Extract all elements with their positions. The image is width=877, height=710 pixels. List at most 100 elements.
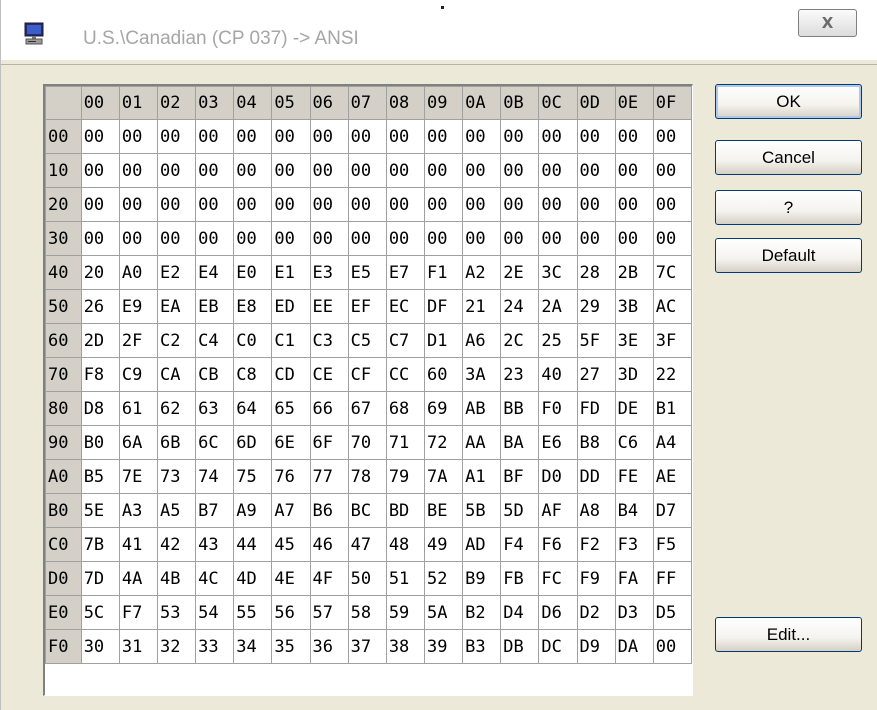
hex-cell[interactable]: 00	[347, 153, 387, 188]
hex-cell[interactable]: 78	[347, 459, 387, 494]
hex-cell[interactable]: 44	[233, 527, 273, 562]
hex-cell[interactable]: 00	[652, 119, 693, 154]
hex-cell[interactable]: 68	[385, 391, 425, 426]
hex-cell[interactable]: 63	[195, 391, 235, 426]
hex-cell[interactable]: C6	[614, 425, 654, 460]
hex-cell[interactable]: 37	[347, 629, 387, 664]
hex-cell[interactable]: 6C	[195, 425, 235, 460]
hex-cell[interactable]: EC	[385, 289, 425, 324]
hex-cell[interactable]: 00	[576, 187, 616, 222]
hex-cell[interactable]: 00	[233, 221, 273, 256]
hex-cell[interactable]: 00	[423, 153, 464, 188]
hex-cell[interactable]: FF	[652, 561, 693, 596]
hex-cell[interactable]: 5A	[423, 595, 464, 630]
hex-cell[interactable]: 00	[195, 153, 235, 188]
hex-cell[interactable]: B8	[576, 425, 616, 460]
hex-cell[interactable]: C3	[309, 323, 349, 358]
hex-cell[interactable]: 00	[652, 221, 693, 256]
hex-cell[interactable]: 48	[385, 527, 425, 562]
hex-cell[interactable]: AA	[462, 425, 502, 460]
hex-cell[interactable]: A3	[118, 493, 158, 528]
hex-cell[interactable]: F7	[118, 595, 158, 630]
hex-cell[interactable]: 40	[538, 357, 578, 392]
hex-cell[interactable]: E6	[538, 425, 578, 460]
hex-cell[interactable]: 41	[118, 527, 158, 562]
hex-cell[interactable]: AE	[652, 459, 693, 494]
hex-cell[interactable]: A8	[576, 493, 616, 528]
hex-cell[interactable]: BC	[347, 493, 387, 528]
hex-cell[interactable]: E4	[195, 255, 235, 290]
hex-cell[interactable]: B5	[80, 459, 120, 494]
hex-cell[interactable]: 00	[271, 153, 311, 188]
hex-cell[interactable]: 2A	[538, 289, 578, 324]
hex-cell[interactable]: E1	[271, 255, 311, 290]
code-page-grid[interactable]: 00 01 02 03 04 05 06 07 08 09 0A 0B 0C 0D 0E 0F 00 00 00 00…	[43, 84, 693, 696]
hex-cell[interactable]: 4C	[195, 561, 235, 596]
hex-cell[interactable]: C5	[347, 323, 387, 358]
hex-cell[interactable]: 5D	[500, 493, 540, 528]
hex-cell[interactable]: BB	[500, 391, 540, 426]
hex-cell[interactable]: BD	[385, 493, 425, 528]
hex-cell[interactable]: 2F	[118, 323, 158, 358]
hex-cell[interactable]: 00	[156, 119, 197, 154]
hex-cell[interactable]: 20	[80, 255, 120, 290]
hex-cell[interactable]: 3A	[462, 357, 502, 392]
hex-cell[interactable]: 00	[576, 153, 616, 188]
hex-cell[interactable]: D0	[538, 459, 578, 494]
hex-cell[interactable]: 66	[309, 391, 349, 426]
hex-cell[interactable]: 00	[652, 629, 693, 664]
hex-cell[interactable]: 27	[576, 357, 616, 392]
hex-cell[interactable]: 47	[347, 527, 387, 562]
hex-cell[interactable]: DF	[423, 289, 464, 324]
hex-cell[interactable]: C1	[271, 323, 311, 358]
hex-cell[interactable]: 00	[156, 221, 197, 256]
hex-cell[interactable]: 76	[271, 459, 311, 494]
hex-cell[interactable]: CE	[309, 357, 349, 392]
hex-cell[interactable]: 4E	[271, 561, 311, 596]
hex-cell[interactable]: DD	[576, 459, 616, 494]
hex-cell[interactable]: A5	[156, 493, 197, 528]
hex-cell[interactable]: 57	[309, 595, 349, 630]
hex-cell[interactable]: BA	[500, 425, 540, 460]
title-bar[interactable]: U.S.\Canadian (CP 037) -> ANSI X	[1, 0, 877, 60]
hex-cell[interactable]: 3C	[538, 255, 578, 290]
hex-cell[interactable]: 54	[195, 595, 235, 630]
hex-cell[interactable]: C8	[233, 357, 273, 392]
hex-cell[interactable]: 74	[195, 459, 235, 494]
hex-cell[interactable]: FB	[500, 561, 540, 596]
hex-cell[interactable]: DA	[614, 629, 654, 664]
hex-cell[interactable]: E0	[233, 255, 273, 290]
hex-cell[interactable]: B9	[462, 561, 502, 596]
hex-cell[interactable]: 32	[156, 629, 197, 664]
hex-cell[interactable]: 62	[156, 391, 197, 426]
hex-cell[interactable]: 00	[423, 187, 464, 222]
hex-cell[interactable]: 31	[118, 629, 158, 664]
hex-cell[interactable]: D9	[576, 629, 616, 664]
hex-cell[interactable]: A7	[271, 493, 311, 528]
hex-cell[interactable]: 00	[271, 119, 311, 154]
hex-cell[interactable]: 4F	[309, 561, 349, 596]
hex-cell[interactable]: FD	[576, 391, 616, 426]
hex-cell[interactable]: 00	[195, 187, 235, 222]
hex-cell[interactable]: 00	[500, 153, 540, 188]
hex-cell[interactable]: 00	[309, 221, 349, 256]
hex-cell[interactable]: 36	[309, 629, 349, 664]
hex-cell[interactable]: D2	[576, 595, 616, 630]
hex-cell[interactable]: 00	[118, 221, 158, 256]
hex-cell[interactable]: 52	[423, 561, 464, 596]
hex-cell[interactable]: FA	[614, 561, 654, 596]
hex-cell[interactable]: F9	[576, 561, 616, 596]
hex-cell[interactable]: 21	[462, 289, 502, 324]
hex-cell[interactable]: 00	[118, 153, 158, 188]
hex-cell[interactable]: F6	[538, 527, 578, 562]
hex-cell[interactable]: 7B	[80, 527, 120, 562]
hex-cell[interactable]: AC	[652, 289, 693, 324]
hex-cell[interactable]: 46	[309, 527, 349, 562]
hex-cell[interactable]: CB	[195, 357, 235, 392]
hex-cell[interactable]: C0	[233, 323, 273, 358]
hex-cell[interactable]: 38	[385, 629, 425, 664]
hex-cell[interactable]: 43	[195, 527, 235, 562]
hex-cell[interactable]: E2	[156, 255, 197, 290]
hex-cell[interactable]: 42	[156, 527, 197, 562]
hex-cell[interactable]: B4	[614, 493, 654, 528]
